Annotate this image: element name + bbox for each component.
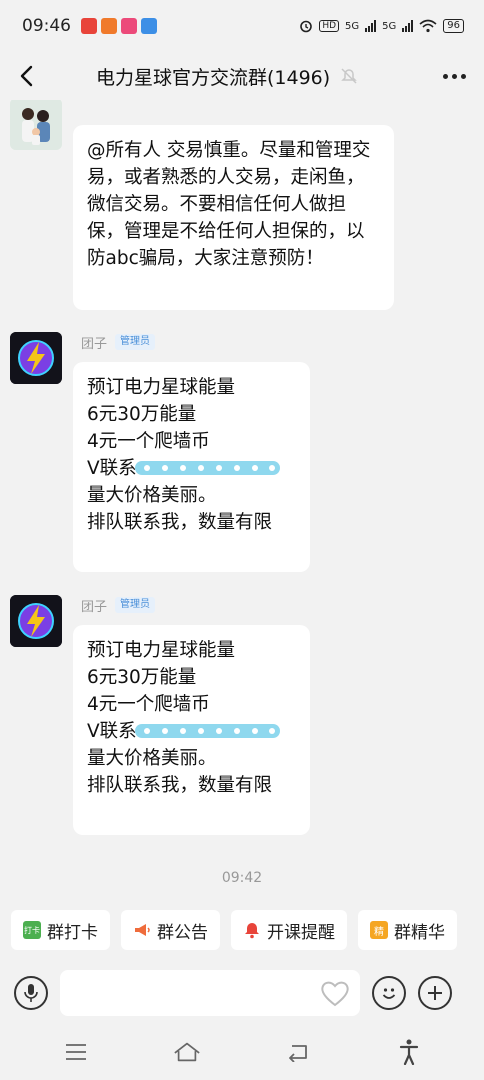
checkin-label: 群打卡 (47, 922, 98, 943)
message-line: 预订电力星球能量 (87, 640, 236, 661)
message-line: 6元30万能量 (87, 667, 197, 688)
system-back-button[interactable] (284, 1038, 312, 1066)
checkin-button[interactable]: 打卡 群打卡 (11, 910, 110, 950)
signal-icon (365, 20, 377, 32)
status-time: 09:46 (22, 16, 71, 36)
recent-apps-button[interactable] (62, 1038, 90, 1066)
message-line: 4元一个爬墙币 (87, 694, 210, 715)
mute-icon (341, 68, 357, 84)
message-line-prefix: V联系 (87, 721, 137, 742)
message-line-prefix: V联系 (87, 458, 137, 479)
family-photo-avatar (10, 100, 62, 150)
message-bubble[interactable]: 预订电力星球能量 6元30万能量 4元一个爬墙币 V联系 量大价格美丽。 排队联… (73, 362, 310, 572)
redaction-blur (135, 461, 280, 475)
message-line: 排队联系我，数量有限 (87, 775, 273, 796)
signal-icon (402, 20, 414, 32)
home-icon (173, 1042, 200, 1062)
class-reminder-button[interactable]: 开课提醒 (231, 910, 347, 950)
redaction-blur (135, 724, 280, 738)
message-line: 量大价格美丽。 (87, 748, 217, 769)
checkin-icon: 打卡 (23, 921, 41, 939)
message-bubble[interactable]: @所有人 交易慎重。尽量和管理交易，或者熟悉的人交易，走闲鱼，微信交易。不要相信… (73, 125, 394, 310)
more-options-button[interactable] (436, 58, 472, 94)
lightning-avatar (10, 595, 62, 647)
avatar[interactable] (10, 332, 62, 384)
essence-label: 群精华 (394, 922, 445, 943)
chat-header: 电力星球官方交流群(1496) (0, 52, 484, 100)
message-bubble[interactable]: 预订电力星球能量 6元30万能量 4元一个爬墙币 V联系 量大价格美丽。 排队联… (73, 625, 310, 835)
message-input[interactable] (60, 970, 360, 1016)
message-line: 6元30万能量 (87, 404, 197, 425)
menu-icon (65, 1044, 86, 1060)
admin-badge: 管理员 (115, 597, 156, 613)
announcement-label: 群公告 (157, 922, 208, 943)
lightning-avatar (10, 332, 62, 384)
back-icon (288, 1045, 307, 1062)
system-navigation-bar (0, 1024, 484, 1080)
back-arrow-icon (20, 65, 33, 87)
voice-button[interactable] (14, 976, 48, 1010)
avatar[interactable] (10, 595, 62, 647)
app-notification-icon (121, 18, 137, 34)
sender-name[interactable]: 团子 (81, 596, 107, 615)
group-title: 电力星球官方交流群(1496) (96, 66, 331, 89)
input-bar (0, 962, 484, 1024)
message-line: 量大价格美丽。 (87, 485, 217, 506)
wifi-icon (419, 19, 437, 33)
admin-badge: 管理员 (115, 334, 156, 350)
sender-name[interactable]: 团子 (81, 333, 107, 352)
time-divider: 09:42 (221, 870, 263, 886)
status-bar: 09:46 HD 5G 5G 96 (0, 0, 484, 52)
message-line: V联系 (87, 455, 296, 482)
plus-icon (428, 986, 442, 1000)
bell-icon (245, 923, 259, 939)
sender-info: 团子 管理员 (81, 595, 156, 615)
status-indicators: HD 5G 5G 96 (299, 19, 464, 33)
class-reminder-label: 开课提醒 (267, 922, 335, 943)
avatar[interactable] (10, 100, 62, 150)
network-label: 5G (345, 20, 360, 32)
app-notification-icon (101, 18, 117, 34)
megaphone-icon (135, 924, 150, 936)
announcement-button[interactable]: 群公告 (121, 910, 220, 950)
message-line: V联系 (87, 718, 296, 745)
heart-icon[interactable] (320, 979, 350, 1007)
smile-icon (382, 988, 396, 999)
message-line: 预订电力星球能量 (87, 377, 236, 398)
message-line: 4元一个爬墙币 (87, 431, 210, 452)
app-notification-icon (141, 18, 157, 34)
chat-history[interactable]: @所有人 交易慎重。尽量和管理交易，或者熟悉的人交易，走闲鱼，微信交易。不要相信… (0, 100, 484, 900)
hd-label: HD (319, 20, 340, 32)
accessibility-button[interactable] (395, 1038, 423, 1066)
app-notification-icon (81, 18, 97, 34)
sender-info: 团子 管理员 (81, 332, 156, 352)
essence-icon: 精 (370, 921, 388, 939)
home-button[interactable] (173, 1038, 201, 1066)
notification-icons (81, 18, 157, 34)
alarm-icon (300, 20, 313, 33)
microphone-icon (24, 984, 38, 1002)
emoji-button[interactable] (372, 976, 406, 1010)
back-button[interactable] (0, 52, 52, 100)
message-line: 排队联系我，数量有限 (87, 512, 273, 533)
more-functions-button[interactable] (418, 976, 452, 1010)
quick-actions-bar: 打卡 群打卡 群公告 开课提醒 精 群精华 (11, 910, 457, 950)
network-label: 5G (382, 20, 397, 32)
battery-indicator: 96 (443, 19, 464, 33)
accessibility-icon (399, 1039, 418, 1065)
essence-button[interactable]: 精 群精华 (358, 910, 457, 950)
